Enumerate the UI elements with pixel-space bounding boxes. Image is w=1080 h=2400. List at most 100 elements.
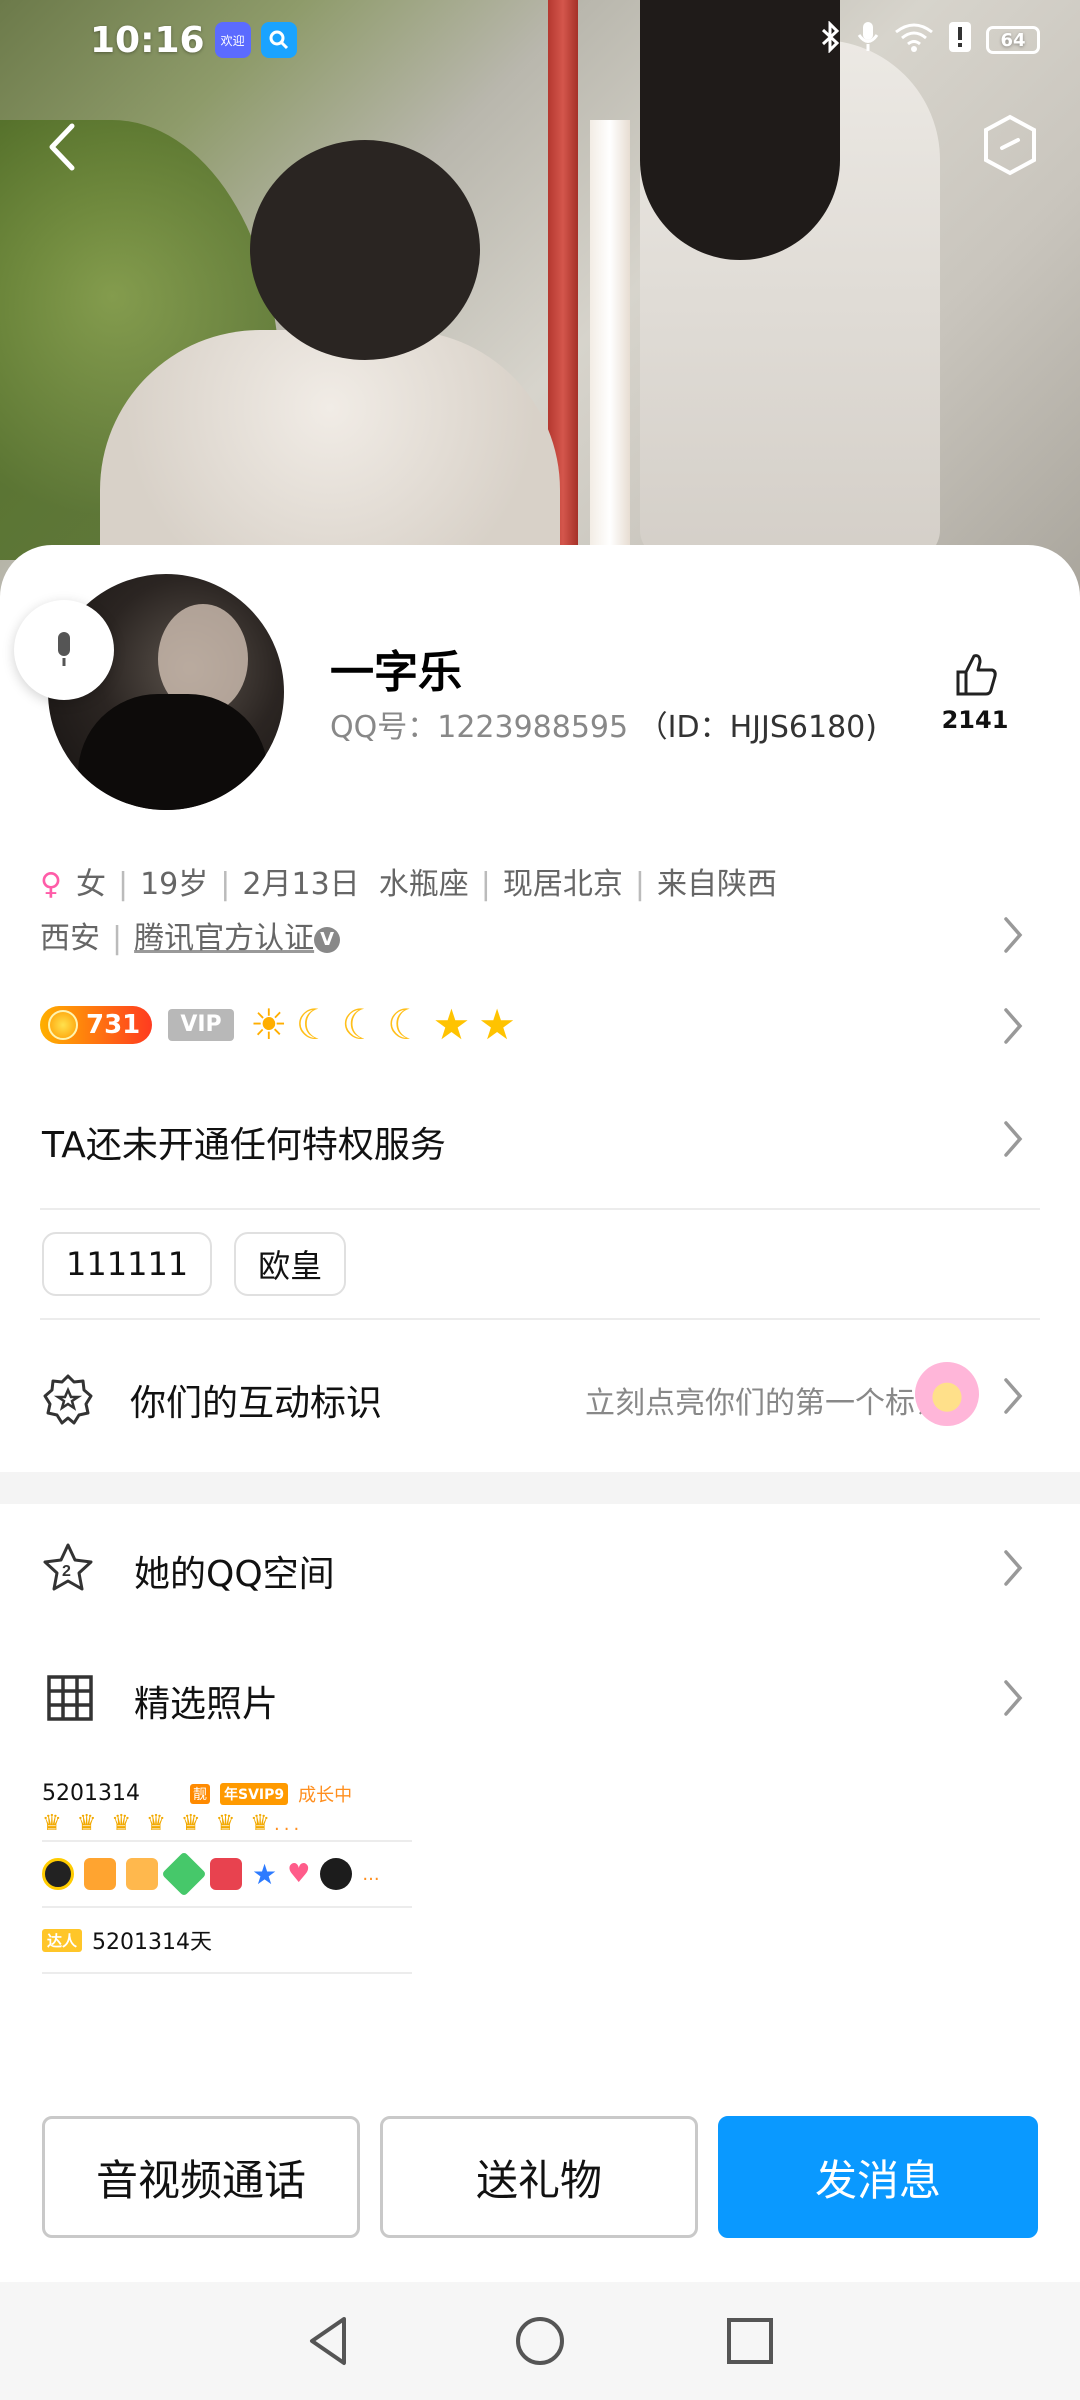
- crowns-more: ...: [274, 1813, 304, 1835]
- qq-number: 1223988595: [437, 710, 629, 745]
- badge-line-3: 达人 5201314天: [42, 1908, 412, 1974]
- info-residence: 现居北京: [502, 867, 623, 902]
- chevron-right-icon: [1004, 1378, 1023, 1414]
- tag-item[interactable]: 111111: [42, 1232, 213, 1296]
- interaction-label[interactable]: 你们的互动标识: [130, 1374, 382, 1426]
- divider: [40, 1318, 1040, 1320]
- bottom-actions: 音视频通话 送礼物 发消息: [42, 2116, 1038, 2238]
- chevron-left-icon: [49, 123, 75, 171]
- chevron-right-icon: [1004, 1550, 1023, 1586]
- game-badge-icon: [84, 1858, 116, 1890]
- badge-line-1: 5201314 靓 年SVIP9 成长中 ♛ ♛ ♛ ♛ ♛ ♛ ♛...: [42, 1776, 412, 1842]
- coin-value: 731: [86, 1009, 141, 1040]
- send-message-button[interactable]: 发消息: [718, 2116, 1038, 2238]
- app-notification-icon: 欢迎: [214, 22, 251, 58]
- moon-icon: ☾: [295, 1000, 334, 1049]
- heart-icon: ♥: [287, 1859, 311, 1889]
- selected-photo-badges[interactable]: 5201314 靓 年SVIP9 成长中 ♛ ♛ ♛ ♛ ♛ ♛ ♛... ★ …: [42, 1776, 412, 1974]
- game-badge-icon: [126, 1858, 158, 1890]
- more-options-button[interactable]: [980, 112, 1040, 178]
- info-gender: 女: [75, 867, 106, 902]
- profile-name: 一字乐: [330, 647, 462, 698]
- info-birthday: 2月13日: [242, 867, 360, 902]
- cover-person-hair: [250, 140, 480, 360]
- chevron-right-icon: [1004, 1121, 1023, 1157]
- photos-menu-item[interactable]: 精选照片: [134, 1675, 278, 1727]
- star-icon: ★: [478, 1000, 516, 1049]
- thumbs-up-icon: [956, 654, 997, 696]
- info-hometown-city: 西安: [40, 921, 100, 956]
- bluetooth-icon: [820, 19, 842, 60]
- coin-badge: 731: [40, 1005, 152, 1044]
- avatar-jacket: [78, 694, 268, 810]
- star-icon: ★: [432, 1000, 471, 1049]
- level-icons: ☀ ☾ ☾ ☾ ★ ★: [250, 1000, 516, 1049]
- send-gift-button[interactable]: 送礼物: [380, 2116, 698, 2238]
- certification-link[interactable]: 腾讯官方认证: [134, 921, 314, 956]
- daren-badge: 达人: [42, 1928, 83, 1952]
- svip-tag: 年SVIP9: [219, 1782, 289, 1805]
- grid-icon: [47, 1675, 93, 1721]
- badge-star-icon: [43, 1374, 93, 1425]
- back-button[interactable]: [34, 112, 94, 182]
- tag-item[interactable]: 欧皇: [234, 1232, 347, 1296]
- wifi-icon: [894, 22, 934, 59]
- privilege-text[interactable]: TA还未开通任何特权服务: [42, 1116, 446, 1168]
- chevron-right-icon: [1004, 1008, 1023, 1044]
- info-age: 19岁: [140, 867, 209, 902]
- vip-badge: VIP: [168, 1008, 234, 1041]
- qq-label: QQ号：: [330, 710, 438, 745]
- moon-icon: ☾: [386, 1000, 425, 1049]
- qq-number-line: QQ号：1223988595 （ID：HJJS6180): [330, 702, 877, 746]
- badge-number: 5201314: [42, 1781, 140, 1806]
- qzone-menu-item[interactable]: 她的QQ空间: [134, 1545, 335, 1597]
- star-badge-icon: ★: [252, 1857, 278, 1891]
- voice-intro-button[interactable]: [14, 600, 114, 700]
- level-row[interactable]: 731 VIP ☀ ☾ ☾ ☾ ★ ★: [40, 1000, 516, 1049]
- qzone-star-icon: 2: [43, 1543, 93, 1591]
- chevron-right-icon: [1004, 917, 1023, 953]
- like-button[interactable]: 2141: [940, 650, 1010, 734]
- nav-home-icon[interactable]: [510, 2311, 570, 2371]
- svg-text:2: 2: [62, 1563, 71, 1580]
- info-zodiac: 水瓶座: [378, 867, 469, 902]
- microphone-icon: [58, 632, 70, 666]
- video-call-button[interactable]: 音视频通话: [42, 2116, 360, 2238]
- diamond-badge-icon: [161, 1851, 207, 1897]
- qq-id: （ID：HJJS6180): [637, 710, 877, 745]
- nav-recents-icon[interactable]: [720, 2311, 780, 2371]
- status-right-icons: 64: [820, 19, 1040, 61]
- system-navigation-bar: [0, 2282, 1080, 2400]
- microphone-icon: [856, 20, 880, 61]
- qq-penguin-icon: [42, 1858, 74, 1890]
- personal-tags: 111111 欧皇: [42, 1232, 347, 1296]
- search-app-icon: [260, 22, 297, 58]
- moon-icon: ☾: [341, 1000, 379, 1049]
- like-count: 2141: [941, 706, 1009, 734]
- profile-info[interactable]: ♀ 女 | 19岁 | 2月13日 水瓶座 | 现居北京 | 来自陕西 西安 | 腾讯官方认证 V: [40, 858, 980, 966]
- badge-line-2: ★ ♥ ...: [42, 1842, 412, 1908]
- nav-back-icon[interactable]: [300, 2311, 360, 2371]
- verified-icon: V: [314, 926, 341, 953]
- status-bar: 10:16 欢迎 64: [0, 0, 1080, 80]
- crown-icons: ♛ ♛ ♛ ♛ ♛ ♛ ♛...: [42, 1810, 304, 1836]
- app-notification-label: 欢迎: [220, 33, 245, 48]
- female-icon: ♀: [40, 867, 62, 902]
- coin-icon: [48, 1009, 78, 1040]
- interaction-hint[interactable]: 立刻点亮你们的第一个标识: [585, 1378, 945, 1422]
- badges-more: ...: [362, 1863, 380, 1885]
- status-time: 10:16: [90, 19, 205, 61]
- chevron-right-icon: [1004, 1680, 1023, 1716]
- cover-white-pole: [590, 120, 630, 560]
- hexagon-icon: [984, 114, 1036, 176]
- daren-days: 5201314天: [92, 1930, 212, 1955]
- info-line-1: ♀ 女 | 19岁 | 2月13日 水瓶座 | 现居北京 | 来自陕西: [40, 867, 777, 902]
- penguin-badge-icon: [320, 1858, 353, 1890]
- flower-emoji-icon: [915, 1362, 979, 1426]
- cover-photo: [0, 0, 1080, 600]
- info-line-2: 西安 | 腾讯官方认证 V: [40, 912, 980, 966]
- alert-icon: [948, 21, 972, 60]
- info-hometown: 来自陕西: [656, 867, 777, 902]
- heart-badge-icon: [210, 1858, 242, 1890]
- liang-tag: 靓: [189, 1783, 210, 1804]
